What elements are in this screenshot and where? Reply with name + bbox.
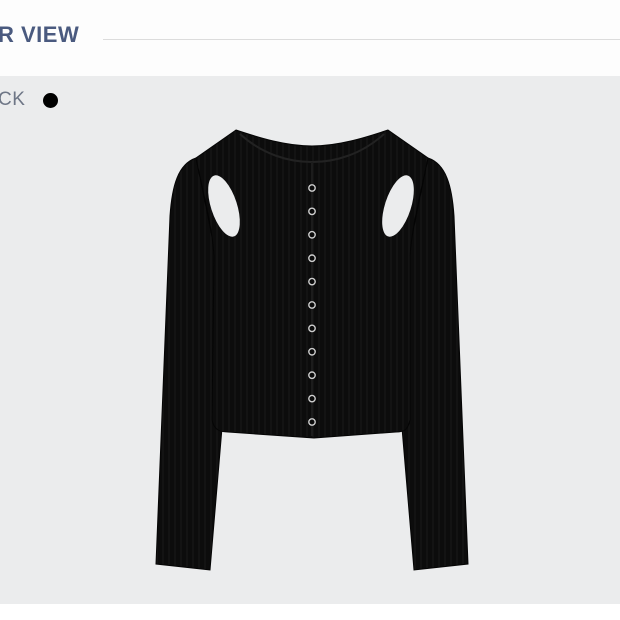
color-swatch-black[interactable] (43, 92, 59, 108)
section-title: R VIEW (0, 22, 80, 47)
snap-button (308, 371, 316, 380)
product-color-view: R VIEW CK (0, 0, 620, 620)
snap-button (308, 254, 316, 263)
section-header: R VIEW (0, 0, 620, 76)
color-option-row: CK (0, 89, 59, 110)
footer-strip (0, 604, 620, 620)
snap-button (308, 324, 316, 333)
cardigan-image (155, 129, 469, 571)
snap-button (308, 418, 316, 426)
snap-button (308, 277, 316, 286)
product-image-panel: CK (0, 76, 620, 604)
snap-button (308, 301, 316, 309)
snap-button (308, 207, 316, 216)
color-name-label: CK (0, 89, 26, 110)
snap-button (308, 230, 316, 239)
snap-button (308, 184, 316, 192)
snap-button (308, 394, 316, 403)
snap-button (308, 347, 316, 356)
header-divider (103, 39, 620, 40)
